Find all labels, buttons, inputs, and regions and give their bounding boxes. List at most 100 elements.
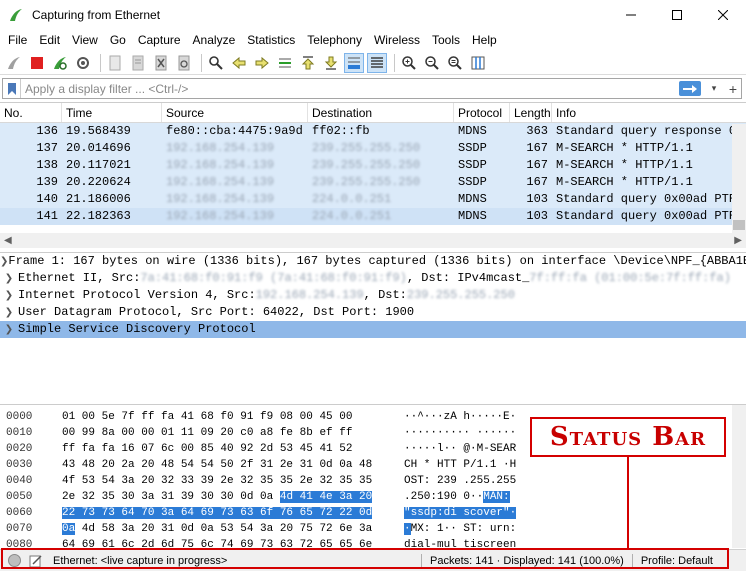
cell-info: Standard query 0x00ad PTR <box>556 192 737 206</box>
packet-list-header: No. Time Source Destination Protocol Len… <box>0 103 746 123</box>
column-header-no[interactable]: No. <box>0 103 62 122</box>
byte-offset: 0080 <box>6 539 33 548</box>
hex-bytes[interactable]: 4f 53 54 3a 20 32 33 39 2e 32 35 35 2e 3… <box>62 473 404 489</box>
packet-bytes-scrollbar[interactable] <box>732 405 746 548</box>
detail-row-ipv4[interactable]: ❯ Internet Protocol Version 4, Src: 192.… <box>0 287 746 304</box>
column-header-info[interactable]: Info <box>552 103 746 122</box>
expand-chevron-icon[interactable]: ❯ <box>0 287 18 304</box>
detail-row-frame[interactable]: ❯ Frame 1: 167 bytes on wire (1336 bits)… <box>0 253 746 270</box>
scrollbar-thumb[interactable] <box>733 220 745 230</box>
start-capture-icon[interactable] <box>4 53 24 73</box>
hex-bytes[interactable]: 43 48 20 2a 20 48 54 54 50 2f 31 2e 31 0… <box>62 457 404 473</box>
capture-comment-icon[interactable] <box>29 554 43 568</box>
hex-bytes[interactable]: ff fa fa 16 07 6c 00 85 40 92 2d 53 45 4… <box>62 441 404 457</box>
hex-plain: 4d 58 3a 20 31 0d 0a 53 54 3a 20 75 72 6… <box>75 523 373 535</box>
table-row[interactable]: 138 20.117021 192.168.254.139 239.255.25… <box>0 157 746 174</box>
resize-columns-icon[interactable] <box>468 53 488 73</box>
ascii-bytes[interactable]: "ssdp:di scover"· <box>404 505 554 521</box>
packet-list-vertical-scrollbar[interactable] <box>732 124 746 234</box>
go-back-icon[interactable] <box>229 53 249 73</box>
menu-view[interactable]: View <box>66 30 104 50</box>
zoom-in-icon[interactable] <box>399 53 419 73</box>
column-header-time[interactable]: Time <box>62 103 162 122</box>
hex-bytes[interactable]: 64 69 61 6c 2d 6d 75 6c 74 69 73 63 72 6… <box>62 537 404 548</box>
zoom-out-icon[interactable] <box>422 53 442 73</box>
apply-filter-arrow-icon[interactable] <box>679 81 701 96</box>
autoscroll-icon[interactable] <box>344 52 364 73</box>
menu-go[interactable]: Go <box>104 30 132 50</box>
maximize-icon[interactable] <box>654 0 700 30</box>
hex-bytes[interactable]: 0a 4d 58 3a 20 31 0d 0a 53 54 3a 20 75 7… <box>62 521 404 537</box>
menu-capture[interactable]: Capture <box>132 30 187 50</box>
cell-no: 137 <box>36 141 58 155</box>
packet-list-horizontal-scrollbar[interactable]: ◀ ▶ <box>0 233 746 248</box>
ascii-bytes[interactable]: dial-mul tiscreen <box>404 537 554 548</box>
hex-bytes[interactable]: 2e 32 35 30 3a 31 39 30 30 0d 0a 4d 41 4… <box>62 489 404 505</box>
menu-analyze[interactable]: Analyze <box>187 30 242 50</box>
minimize-icon[interactable] <box>608 0 654 30</box>
add-filter-button-icon[interactable]: + <box>725 81 741 97</box>
ascii-bytes[interactable]: .250:190 0··MAN: <box>404 489 554 505</box>
normal-size-icon[interactable] <box>445 53 465 73</box>
detail-row-ssdp[interactable]: ❯ Simple Service Discovery Protocol <box>0 321 746 338</box>
table-row[interactable]: 141 22.182363 192.168.254.139 224.0.0.25… <box>0 208 746 225</box>
menu-wireless[interactable]: Wireless <box>368 30 426 50</box>
first-packet-icon[interactable] <box>298 53 318 73</box>
column-header-destination[interactable]: Destination <box>308 103 454 122</box>
table-row[interactable]: 136 19.568439 fe80::cba:4475:9a9d ff02::… <box>0 123 746 140</box>
detail-row-udp[interactable]: ❯ User Datagram Protocol, Src Port: 6402… <box>0 304 746 321</box>
table-row[interactable]: 140 21.186006 192.168.254.139 224.0.0.25… <box>0 191 746 208</box>
scroll-left-icon[interactable]: ◀ <box>4 235 12 246</box>
hex-bytes[interactable]: 01 00 5e 7f ff fa 41 68 f0 91 f9 08 00 4… <box>62 409 404 425</box>
hex-bytes[interactable]: 22 73 73 64 70 3a 64 69 73 63 6f 76 65 7… <box>62 505 404 521</box>
callout-connector-line <box>627 457 629 549</box>
reload-file-icon[interactable] <box>174 53 194 73</box>
capture-options-icon[interactable] <box>73 53 93 73</box>
column-header-protocol[interactable]: Protocol <box>454 103 510 122</box>
menu-statistics[interactable]: Statistics <box>241 30 301 50</box>
cell-destination: 239.255.255.250 <box>312 141 421 155</box>
hex-bytes[interactable]: 00 99 8a 00 00 01 11 09 20 c0 a8 fe 8b e… <box>62 425 404 441</box>
go-to-packet-icon[interactable] <box>275 53 295 73</box>
save-file-icon[interactable] <box>128 53 148 73</box>
open-file-icon[interactable] <box>105 53 125 73</box>
ascii-highlighted: MAN: <box>483 491 510 503</box>
cell-destination: 224.0.0.251 <box>312 192 392 206</box>
ascii-bytes[interactable]: ·MX: 1·· ST: urn: <box>404 521 554 537</box>
byte-offset: 0050 <box>6 491 33 503</box>
table-row[interactable]: 139 20.220624 192.168.254.139 239.255.25… <box>0 174 746 191</box>
status-profile-text[interactable]: Profile: Default <box>641 555 713 567</box>
expand-chevron-icon[interactable]: ❯ <box>0 304 18 321</box>
display-filter-input[interactable] <box>21 81 679 96</box>
menu-tools[interactable]: Tools <box>426 30 466 50</box>
menu-file[interactable]: File <box>2 30 33 50</box>
wireshark-fin-icon <box>10 9 22 21</box>
menu-edit[interactable]: Edit <box>33 30 66 50</box>
window-title: Capturing from Ethernet <box>32 8 161 22</box>
expand-chevron-icon[interactable]: ❯ <box>0 270 18 287</box>
go-forward-icon[interactable] <box>252 53 272 73</box>
find-packet-icon[interactable] <box>206 53 226 73</box>
colorize-icon[interactable] <box>367 52 387 73</box>
filter-history-dropdown-icon[interactable]: ▾ <box>707 83 721 94</box>
cell-length: 363 <box>526 124 548 138</box>
restart-capture-icon[interactable] <box>50 53 70 73</box>
table-row[interactable]: 137 20.014696 192.168.254.139 239.255.25… <box>0 140 746 157</box>
last-packet-icon[interactable] <box>321 53 341 73</box>
ascii-bytes[interactable]: CH * HTT P/1.1 ·H <box>404 457 554 473</box>
menu-help[interactable]: Help <box>466 30 503 50</box>
menu-telephony[interactable]: Telephony <box>301 30 368 50</box>
expand-chevron-icon[interactable]: ❯ <box>0 321 18 338</box>
expert-info-icon[interactable] <box>8 554 21 567</box>
ascii-bytes[interactable]: OST: 239 .255.255 <box>404 473 554 489</box>
stop-capture-icon[interactable] <box>27 53 47 73</box>
bookmark-icon[interactable] <box>3 79 21 98</box>
close-icon[interactable] <box>700 0 746 30</box>
redacted-mac-source: 7a:41:68:f0:91:f9 (7a:41:68:f0:91:f9) <box>140 271 407 285</box>
column-header-source[interactable]: Source <box>162 103 308 122</box>
expand-chevron-icon[interactable]: ❯ <box>0 253 8 270</box>
close-file-icon[interactable] <box>151 53 171 73</box>
column-header-length[interactable]: Length <box>510 103 552 122</box>
detail-row-ethernet[interactable]: ❯ Ethernet II, Src: 7a:41:68:f0:91:f9 (7… <box>0 270 746 287</box>
scroll-right-icon[interactable]: ▶ <box>734 235 742 246</box>
